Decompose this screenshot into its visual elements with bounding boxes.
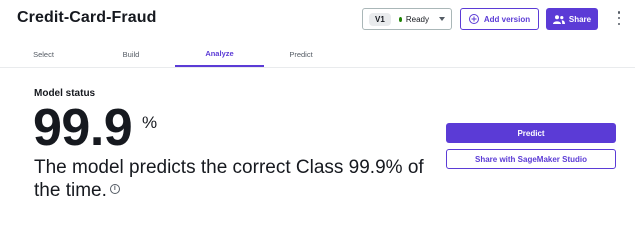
chevron-down-icon [439, 17, 445, 21]
share-with-studio-button[interactable]: Share with SageMaker Studio [446, 149, 616, 169]
share-button[interactable]: Share [546, 8, 598, 30]
people-icon [552, 14, 565, 24]
model-status-description-text: The model predicts the correct Class 99.… [34, 157, 424, 201]
info-icon[interactable]: i [109, 183, 120, 194]
add-version-label: Add version [483, 14, 531, 24]
share-label: Share [568, 14, 592, 24]
predict-button[interactable]: Predict [446, 123, 616, 143]
tab-build[interactable]: Build [87, 42, 175, 67]
status-text: Ready [405, 14, 429, 24]
model-status-description: The model predicts the correct Class 99.… [34, 156, 439, 202]
more-vertical-icon[interactable] [617, 11, 621, 25]
plus-circle-icon [468, 14, 479, 24]
model-status-label: Model status [34, 88, 96, 99]
tab-select[interactable]: Select [0, 42, 87, 67]
add-version-button[interactable]: Add version [460, 8, 539, 30]
page-title: Credit-Card-Fraud [17, 9, 157, 26]
tab-analyze[interactable]: Analyze [175, 42, 264, 67]
page-header: Credit-Card-Fraud V1 Ready Add version S… [0, 0, 635, 40]
status-dot-icon [398, 16, 402, 22]
tab-bar: Select Build Analyze Predict [0, 42, 635, 68]
version-selector[interactable]: V1 Ready [362, 8, 452, 30]
model-accuracy-value: 99.9 [33, 99, 133, 157]
tab-predict[interactable]: Predict [264, 42, 338, 67]
model-accuracy-unit: % [142, 113, 158, 132]
version-badge: V1 [369, 12, 391, 26]
